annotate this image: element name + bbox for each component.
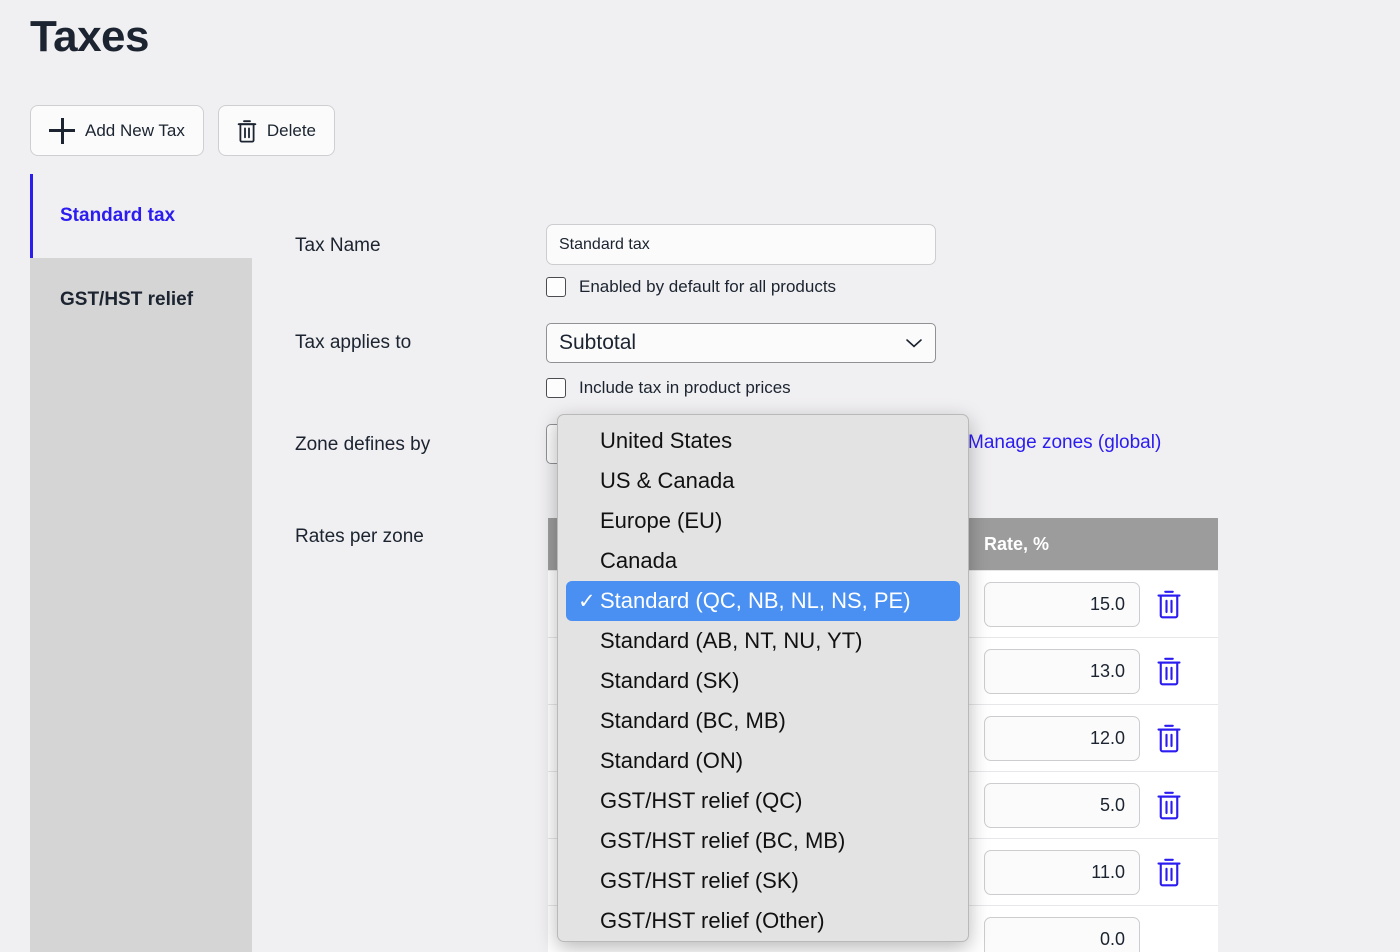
tax-name-input[interactable] <box>546 224 936 265</box>
row-delete-trash-icon[interactable] <box>1156 589 1182 619</box>
add-new-tax-button[interactable]: Add New Tax <box>30 105 204 156</box>
row-delete-trash-icon[interactable] <box>1156 723 1182 753</box>
dropdown-option[interactable]: GST/HST relief (BC, MB) <box>558 821 968 861</box>
dropdown-option[interactable]: Canada <box>558 541 968 581</box>
dropdown-option-label: Europe (EU) <box>600 508 722 534</box>
rate-input[interactable] <box>984 716 1140 761</box>
taxes-page: Taxes Add New Tax Delete Standard tax <box>0 0 1400 952</box>
enabled-by-default-label: Enabled by default for all products <box>579 277 836 297</box>
sidebar: Standard tax GST/HST relief <box>30 174 252 952</box>
dropdown-option[interactable]: GST/HST relief (SK) <box>558 861 968 901</box>
plus-icon <box>49 118 75 144</box>
dropdown-option[interactable]: Standard (SK) <box>558 661 968 701</box>
enabled-by-default-checkbox[interactable] <box>546 277 566 297</box>
checkmark-icon: ✓ <box>578 591 596 612</box>
zone-defines-by-label: Zone defines by <box>295 434 430 456</box>
rate-input[interactable] <box>984 917 1140 952</box>
dropdown-option-label: Standard (ON) <box>600 748 743 774</box>
row-delete-trash-icon[interactable] <box>1156 656 1182 686</box>
rate-input[interactable] <box>984 850 1140 895</box>
dropdown-option-label: GST/HST relief (BC, MB) <box>600 828 845 854</box>
dropdown-option[interactable]: Standard (AB, NT, NU, YT) <box>558 621 968 661</box>
trash-icon <box>237 119 257 143</box>
dropdown-option-label: Standard (BC, MB) <box>600 708 786 734</box>
dropdown-option[interactable]: Standard (BC, MB) <box>558 701 968 741</box>
delete-label: Delete <box>267 121 316 141</box>
sidebar-item-label: Standard tax <box>60 205 175 227</box>
rate-input[interactable] <box>984 649 1140 694</box>
dropdown-option-label: Standard (SK) <box>600 668 739 694</box>
rate-input[interactable] <box>984 582 1140 627</box>
rates-per-zone-label: Rates per zone <box>295 526 424 548</box>
dropdown-option[interactable]: Europe (EU) <box>558 501 968 541</box>
zone-defines-by-dropdown-popup[interactable]: United States US & Canada Europe (EU) Ca… <box>557 414 969 942</box>
include-tax-label: Include tax in product prices <box>579 378 791 398</box>
row-delete-trash-icon[interactable] <box>1156 790 1182 820</box>
rate-input[interactable] <box>984 783 1140 828</box>
tax-applies-to-value: Subtotal <box>559 331 636 355</box>
dropdown-option-label: US & Canada <box>600 468 735 494</box>
dropdown-option[interactable]: United States <box>558 421 968 461</box>
include-tax-row[interactable]: Include tax in product prices <box>546 378 791 398</box>
enabled-by-default-row[interactable]: Enabled by default for all products <box>546 277 836 297</box>
dropdown-option[interactable]: US & Canada <box>558 461 968 501</box>
chevron-down-icon <box>905 331 923 355</box>
sidebar-panel-fill <box>30 258 252 952</box>
dropdown-option-label: GST/HST relief (QC) <box>600 788 803 814</box>
column-header-rate: Rate, % <box>968 534 1218 555</box>
toolbar: Add New Tax Delete <box>30 105 335 156</box>
page-title: Taxes <box>30 12 149 62</box>
sidebar-item-gst-hst-relief[interactable]: GST/HST relief <box>30 258 252 342</box>
dropdown-option[interactable]: Standard (ON) <box>558 741 968 781</box>
dropdown-option-label: GST/HST relief (Other) <box>600 908 825 934</box>
dropdown-option[interactable]: GST/HST relief (QC) <box>558 781 968 821</box>
dropdown-option-label: GST/HST relief (SK) <box>600 868 799 894</box>
sidebar-item-label: GST/HST relief <box>60 289 193 311</box>
dropdown-option[interactable]: GST/HST relief (Other) <box>558 901 968 941</box>
tax-name-label: Tax Name <box>295 235 381 257</box>
dropdown-option-label: Standard (AB, NT, NU, YT) <box>600 628 862 654</box>
sidebar-item-standard-tax[interactable]: Standard tax <box>30 174 252 258</box>
delete-button[interactable]: Delete <box>218 105 335 156</box>
dropdown-option-selected[interactable]: ✓ Standard (QC, NB, NL, NS, PE) <box>566 581 960 621</box>
dropdown-option-label: Standard (QC, NB, NL, NS, PE) <box>600 588 911 614</box>
manage-zones-link[interactable]: Manage zones (global) <box>968 432 1161 454</box>
tax-applies-to-label: Tax applies to <box>295 332 411 354</box>
tax-applies-to-select[interactable]: Subtotal <box>546 323 936 363</box>
row-delete-trash-icon[interactable] <box>1156 857 1182 887</box>
dropdown-option-label: Canada <box>600 548 677 574</box>
add-new-tax-label: Add New Tax <box>85 121 185 141</box>
include-tax-checkbox[interactable] <box>546 378 566 398</box>
dropdown-option-label: United States <box>600 428 732 454</box>
